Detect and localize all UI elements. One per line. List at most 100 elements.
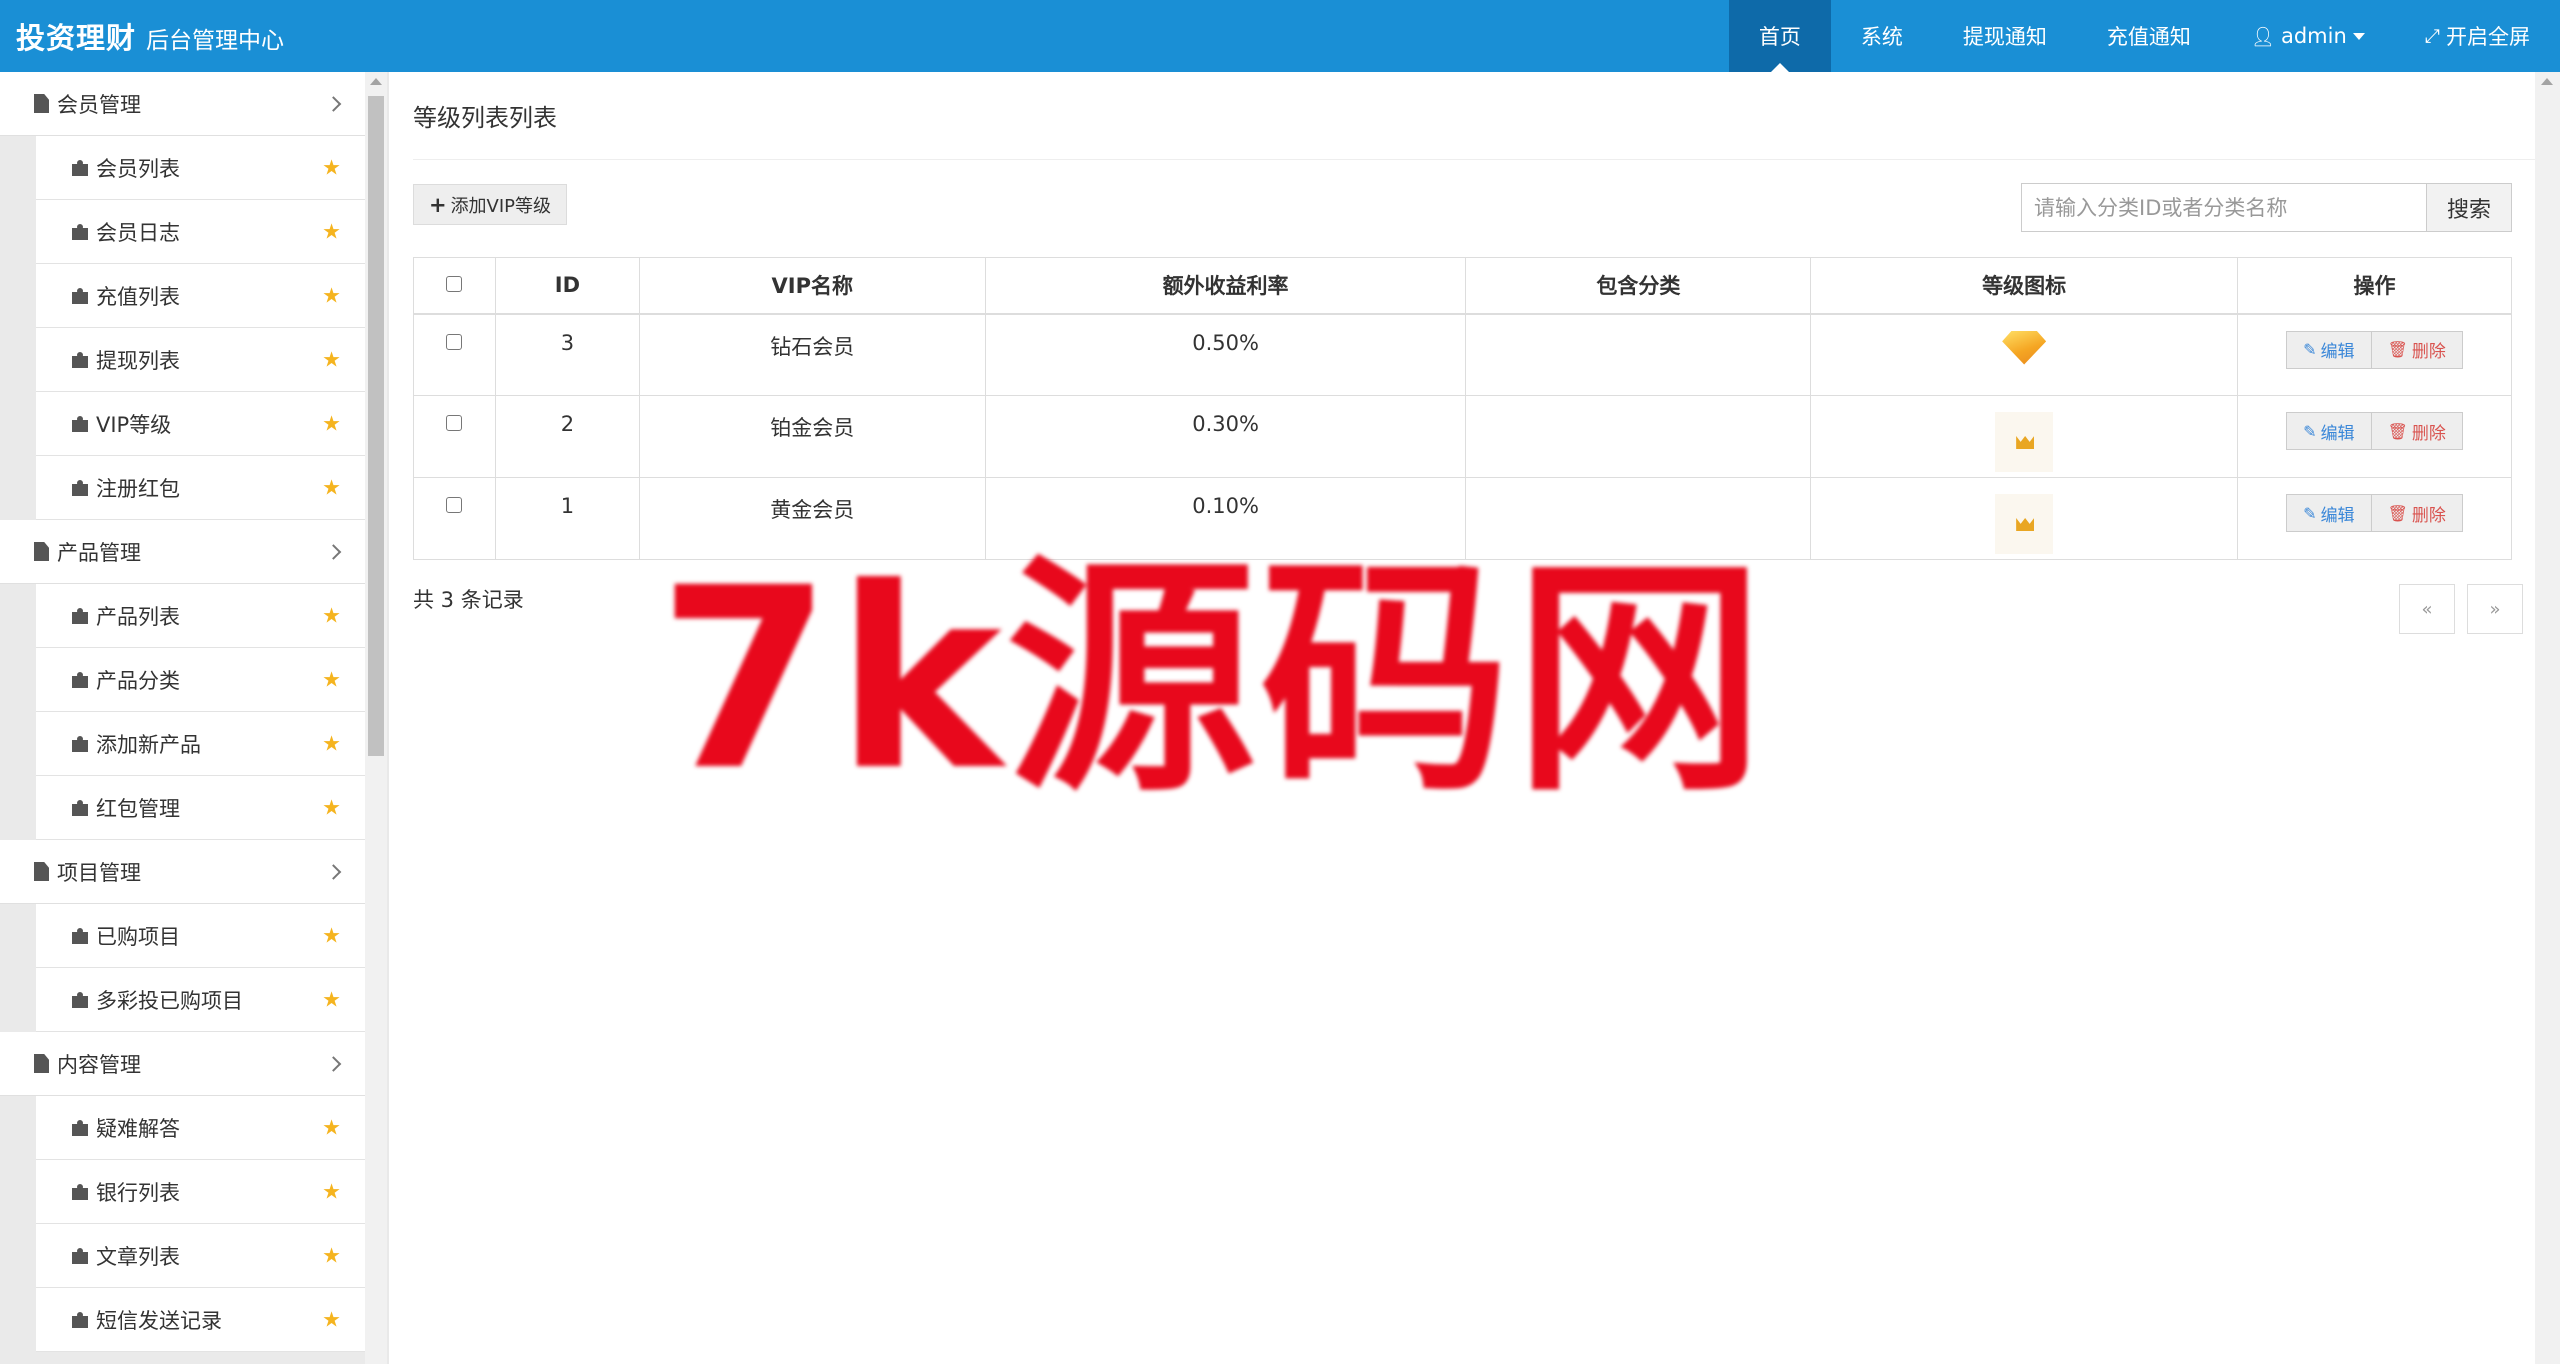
sidebar-item[interactable]: 已购项目 ★ bbox=[36, 904, 365, 968]
add-vip-level-button[interactable]: + 添加VIP等级 bbox=[413, 184, 567, 225]
edit-button[interactable]: ✎ 编辑 bbox=[2286, 330, 2372, 369]
scroll-up-arrow-icon[interactable] bbox=[2541, 78, 2553, 85]
sidebar-group-header[interactable]: 会员管理 bbox=[0, 72, 365, 136]
nav-home[interactable]: 首页 bbox=[1728, 0, 1831, 72]
top-nav: 首页 系统 提现通知 充值通知 👤︎ admin ⤢ 开启全屏 bbox=[1728, 0, 2560, 72]
sidebar-item[interactable]: 多彩投已购项目 ★ bbox=[36, 968, 365, 1032]
page-title: 等级列表列表 bbox=[413, 72, 2535, 160]
sidebar-item[interactable]: 添加新产品 ★ bbox=[36, 712, 365, 776]
row-checkbox[interactable] bbox=[446, 497, 463, 513]
pager-next-button[interactable]: » bbox=[2467, 584, 2523, 634]
edit-button[interactable]: ✎ 编辑 bbox=[2286, 494, 2372, 532]
select-all-checkbox[interactable] bbox=[446, 276, 463, 293]
nav-withdraw-notice[interactable]: 提现通知 bbox=[1933, 0, 2077, 72]
sidebar-item[interactable]: 红包管理 ★ bbox=[36, 776, 365, 840]
scroll-up-arrow-icon[interactable] bbox=[370, 78, 382, 85]
row-checkbox[interactable] bbox=[446, 415, 463, 431]
cell-vip-name: 铂金会员 bbox=[638, 395, 986, 478]
sidebar-item[interactable]: 会员日志 ★ bbox=[36, 200, 365, 264]
star-icon[interactable]: ★ bbox=[322, 925, 341, 946]
star-icon[interactable]: ★ bbox=[322, 605, 341, 626]
sidebar-item-label: 会员列表 bbox=[96, 156, 180, 181]
cell-category bbox=[1465, 313, 1812, 396]
brand-title: 投资理财 bbox=[16, 21, 137, 55]
watermark: 7k源码网 bbox=[658, 534, 1769, 825]
star-icon[interactable]: ★ bbox=[322, 349, 341, 370]
star-icon[interactable]: ★ bbox=[322, 1309, 341, 1330]
sidebar-item[interactable]: 充值列表 ★ bbox=[36, 264, 365, 328]
sidebar-scroll-thumb[interactable] bbox=[368, 96, 384, 756]
select-all-cell bbox=[413, 257, 496, 315]
star-icon[interactable]: ★ bbox=[322, 157, 341, 178]
delete-button[interactable]: 🗑︎ 删除 bbox=[2371, 412, 2463, 450]
sidebar-item[interactable]: 疑难解答 ★ bbox=[36, 1096, 365, 1160]
row-select-cell bbox=[413, 313, 496, 396]
top-navbar: 投资理财 后台管理中心 首页 系统 提现通知 充值通知 👤︎ admin ⤢ 开… bbox=[0, 0, 2560, 72]
search-input[interactable] bbox=[2021, 183, 2427, 232]
cell-rate: 0.30% bbox=[984, 395, 1467, 478]
edit-label: 编辑 bbox=[2320, 423, 2355, 444]
star-icon[interactable]: ★ bbox=[322, 797, 341, 818]
sidebar-item-label: 注册红包 bbox=[96, 476, 180, 501]
main-scrollbar[interactable] bbox=[2535, 72, 2560, 1364]
sidebar-item-label: 会员日志 bbox=[96, 220, 180, 245]
puzzle-icon bbox=[72, 415, 90, 432]
col-header-rate: 额外收益利率 bbox=[984, 257, 1467, 315]
sidebar-item[interactable]: 注册红包 ★ bbox=[36, 456, 365, 520]
sidebar-group-header[interactable]: 内容管理 bbox=[0, 1032, 365, 1096]
sidebar-item[interactable]: 文章列表 ★ bbox=[36, 1224, 365, 1288]
star-icon[interactable]: ★ bbox=[322, 221, 341, 242]
crown-icon bbox=[2016, 518, 2035, 531]
star-icon[interactable]: ★ bbox=[322, 477, 341, 498]
sidebar-item[interactable]: 会员列表 ★ bbox=[36, 136, 365, 200]
nav-recharge-notice[interactable]: 充值通知 bbox=[2077, 0, 2221, 72]
sidebar-group-label: 产品管理 bbox=[57, 540, 141, 565]
nav-user-menu[interactable]: 👤︎ admin bbox=[2221, 0, 2395, 72]
crown-image bbox=[1995, 412, 2054, 472]
edit-icon: ✎ bbox=[2303, 421, 2317, 441]
star-icon[interactable]: ★ bbox=[322, 989, 341, 1010]
sidebar-group-header[interactable]: 产品管理 bbox=[0, 520, 365, 584]
file-icon bbox=[34, 94, 49, 113]
edit-button[interactable]: ✎ 编辑 bbox=[2286, 412, 2372, 450]
action-group: ✎ 编辑 🗑︎ 删除 bbox=[2286, 412, 2463, 450]
search-button[interactable]: 搜索 bbox=[2426, 183, 2512, 232]
sidebar-item[interactable]: 产品列表 ★ bbox=[36, 584, 365, 648]
sidebar-item[interactable]: 银行列表 ★ bbox=[36, 1160, 365, 1224]
star-icon[interactable]: ★ bbox=[322, 669, 341, 690]
star-icon[interactable]: ★ bbox=[322, 285, 341, 306]
trash-icon: 🗑︎ bbox=[2387, 421, 2408, 441]
sidebar-group-header[interactable]: 项目管理 bbox=[0, 840, 365, 904]
sidebar-item[interactable]: VIP等级 ★ bbox=[36, 392, 365, 456]
sidebar-item[interactable]: 产品分类 ★ bbox=[36, 648, 365, 712]
edit-label: 编辑 bbox=[2320, 505, 2355, 526]
pagination: « » bbox=[2387, 584, 2523, 634]
nav-fullscreen-label: 开启全屏 bbox=[2446, 25, 2530, 49]
delete-button[interactable]: 🗑︎ 删除 bbox=[2371, 330, 2463, 369]
fullscreen-icon: ⤢ bbox=[2424, 25, 2440, 47]
sidebar-item-label: 多彩投已购项目 bbox=[96, 988, 243, 1013]
cell-actions: ✎ 编辑 🗑︎ 删除 bbox=[2237, 477, 2512, 560]
cell-id: 1 bbox=[494, 477, 640, 560]
star-icon[interactable]: ★ bbox=[322, 1245, 341, 1266]
star-icon[interactable]: ★ bbox=[322, 1117, 341, 1138]
nav-withdraw-notice-label: 提现通知 bbox=[1962, 25, 2047, 49]
sidebar-item[interactable]: 短信发送记录 ★ bbox=[36, 1288, 365, 1352]
pager-prev-button[interactable]: « bbox=[2399, 584, 2455, 634]
row-select-cell bbox=[413, 477, 496, 560]
row-checkbox[interactable] bbox=[446, 333, 463, 350]
puzzle-icon bbox=[72, 1183, 90, 1200]
col-header-category: 包含分类 bbox=[1465, 257, 1812, 315]
nav-system[interactable]: 系统 bbox=[1831, 0, 1933, 72]
star-icon[interactable]: ★ bbox=[322, 413, 341, 434]
delete-button[interactable]: 🗑︎ 删除 bbox=[2371, 494, 2463, 532]
star-icon[interactable]: ★ bbox=[322, 1181, 341, 1202]
nav-fullscreen[interactable]: ⤢ 开启全屏 bbox=[2395, 0, 2560, 72]
brand[interactable]: 投资理财 后台管理中心 bbox=[0, 15, 284, 57]
star-icon[interactable]: ★ bbox=[322, 733, 341, 754]
sidebar-scrollbar[interactable] bbox=[365, 72, 387, 1364]
puzzle-icon bbox=[72, 799, 90, 816]
sidebar-item[interactable]: 提现列表 ★ bbox=[36, 328, 365, 392]
user-icon: 👤︎ bbox=[2250, 25, 2275, 48]
trash-icon: 🗑︎ bbox=[2387, 340, 2408, 359]
